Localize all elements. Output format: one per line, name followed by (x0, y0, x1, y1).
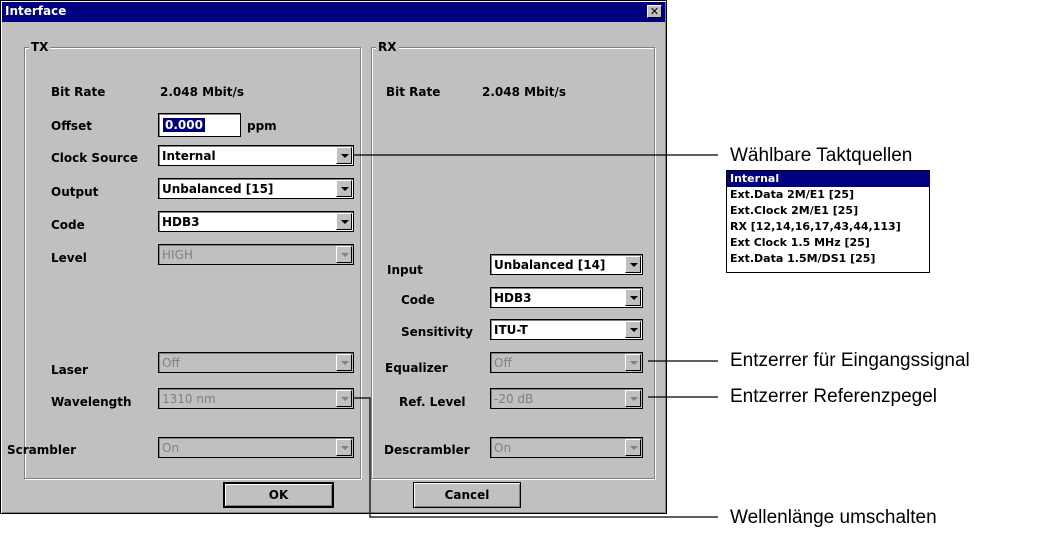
annotation-wavelength: Wellenlänge umschalten (730, 507, 937, 528)
clock-option-ext-clock-1-5[interactable]: Ext Clock 1.5 MHz [25] (727, 235, 929, 251)
clock-source-options-list[interactable]: Internal Ext.Data 2M/E1 [25] Ext.Clock 2… (726, 170, 930, 273)
wavelength-callout-line (353, 397, 718, 518)
annotation-clock-sources: Wählbare Taktquellen (730, 145, 913, 166)
clock-option-ext-clock-2m[interactable]: Ext.Clock 2M/E1 [25] (727, 203, 929, 219)
clock-option-internal[interactable]: Internal (727, 171, 929, 187)
clock-option-rx[interactable]: RX [12,14,16,17,43,44,113] (727, 219, 929, 235)
annotation-ref-level: Entzerrer Referenzpegel (730, 386, 937, 407)
clock-option-ext-data-1-5[interactable]: Ext.Data 1.5M/DS1 [25] (727, 251, 929, 267)
clock-option-ext-data-2m[interactable]: Ext.Data 2M/E1 [25] (727, 187, 929, 203)
annotation-equalizer: Entzerrer für Eingangssignal (730, 350, 970, 371)
